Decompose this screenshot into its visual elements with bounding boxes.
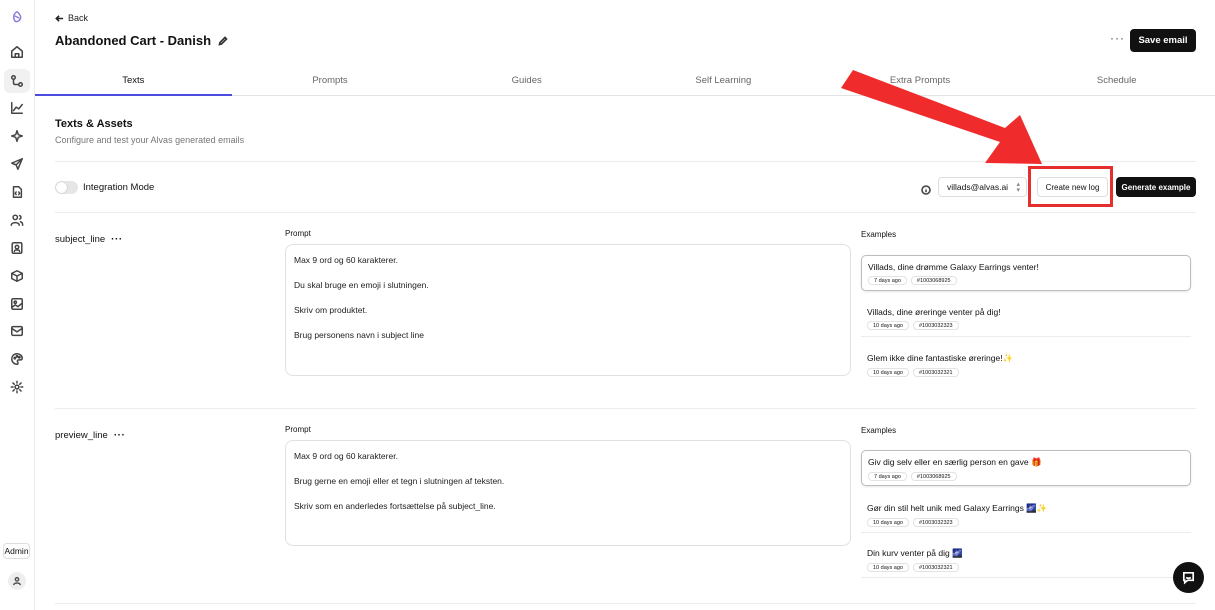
prompt-textarea[interactable]: Max 9 ord og 60 karakterer. Du skal brug…: [285, 244, 851, 376]
example-id-badge: #1003068925: [910, 472, 957, 481]
prompt-line: Brug personens navn i subject line: [294, 330, 424, 340]
field-name-preview-line: preview_line ···: [55, 430, 125, 441]
example-age-badge: 10 days ago: [867, 368, 909, 377]
examples-label: Examples: [861, 230, 897, 239]
page-title-text: Abandoned Cart - Danish: [55, 33, 212, 48]
chat-support-button[interactable]: [1173, 562, 1204, 593]
prompt-line: Max 9 ord og 60 karakterer.: [294, 255, 398, 265]
example-age-badge: 10 days ago: [867, 518, 909, 527]
send-icon[interactable]: [9, 156, 25, 172]
integration-mode-label: Integration Mode: [83, 182, 155, 193]
users-icon[interactable]: [9, 212, 25, 228]
example-id-badge: #1003032321: [912, 563, 959, 572]
prompt-line: Skriv som en anderledes fortsættelse på …: [294, 501, 496, 511]
tab-prompts[interactable]: Prompts: [232, 66, 429, 95]
generate-example-button[interactable]: Generate example: [1116, 177, 1196, 197]
palette-icon[interactable]: [9, 351, 25, 367]
home-icon[interactable]: [9, 44, 25, 60]
image-icon[interactable]: [9, 296, 25, 312]
save-email-button[interactable]: Save email: [1130, 29, 1196, 52]
divider: [55, 408, 1196, 409]
back-link[interactable]: Back: [55, 13, 88, 23]
example-item[interactable]: Gør din stil helt unik med Galaxy Earrin…: [861, 497, 1191, 533]
chart-icon[interactable]: [9, 100, 25, 116]
example-age-badge: 7 days ago: [868, 276, 907, 285]
field-options-button[interactable]: ···: [114, 430, 126, 441]
user-avatar[interactable]: [8, 572, 26, 590]
example-id-badge: #1003032321: [912, 368, 959, 377]
example-age-badge: 10 days ago: [867, 321, 909, 330]
prompt-line: Du skal bruge en emoji i slutningen.: [294, 280, 429, 290]
section-title: Texts & Assets: [55, 118, 133, 130]
example-text: Gør din stil helt unik med Galaxy Earrin…: [867, 503, 1048, 513]
field-name-label: preview_line: [55, 430, 108, 441]
field-name-subject-line: subject_line ···: [55, 234, 123, 245]
more-options-button[interactable]: ···: [1110, 31, 1125, 45]
admin-badge[interactable]: Admin: [3, 543, 30, 559]
example-id-badge: #1003032323: [912, 518, 959, 527]
tab-self-learning[interactable]: Self Learning: [625, 66, 822, 95]
mail-icon[interactable]: [9, 323, 25, 339]
email-select[interactable]: villads@alvas.ai ▴ ▾: [938, 177, 1027, 197]
gear-icon[interactable]: [9, 379, 25, 395]
example-text: Glem ikke dine fantastiske øreringe!✨: [867, 353, 1014, 363]
field-options-button[interactable]: ···: [111, 234, 123, 245]
example-id-badge: #1003068925: [910, 276, 957, 285]
divider: [55, 212, 1196, 213]
tab-texts[interactable]: Texts: [35, 66, 232, 96]
section-subtitle: Configure and test your Alvas generated …: [55, 135, 245, 145]
example-age-badge: 7 days ago: [868, 472, 907, 481]
prompt-textarea[interactable]: Max 9 ord og 60 karakterer. Brug gerne e…: [285, 440, 851, 546]
example-text: Din kurv venter på dig 🌌: [867, 548, 963, 558]
contact-card-icon[interactable]: [9, 240, 25, 256]
field-name-label: subject_line: [55, 234, 106, 245]
tab-bar: Texts Prompts Guides Self Learning Extra…: [35, 66, 1215, 96]
code-doc-icon[interactable]: [9, 184, 25, 200]
example-text: Villads, dine drømme Galaxy Earrings ven…: [868, 262, 1039, 272]
annotation-highlight-box: [1028, 166, 1113, 207]
sparkle-icon[interactable]: [9, 128, 25, 144]
examples-label: Examples: [861, 426, 897, 435]
prompt-label: Prompt: [285, 425, 311, 434]
pencil-icon[interactable]: [218, 35, 228, 46]
example-item[interactable]: Din kurv venter på dig 🌌 10 days ago #10…: [861, 542, 1191, 578]
divider: [55, 603, 1196, 604]
example-text: Giv dig selv eller en særlig person en g…: [868, 457, 1042, 467]
page-title: Abandoned Cart - Danish: [55, 33, 228, 48]
prompt-label: Prompt: [285, 229, 311, 238]
tab-guides[interactable]: Guides: [428, 66, 625, 95]
flow-icon[interactable]: [9, 73, 25, 89]
example-id-badge: #1003032323: [912, 321, 959, 330]
example-item[interactable]: Glem ikke dine fantastiske øreringe!✨ 10…: [861, 347, 1191, 383]
prompt-line: Skriv om produktet.: [294, 305, 368, 315]
example-text: Villads, dine øreringe venter på dig!: [867, 307, 1001, 317]
example-age-badge: 10 days ago: [867, 563, 909, 572]
info-icon[interactable]: [921, 182, 931, 195]
example-item[interactable]: Giv dig selv eller en særlig person en g…: [861, 450, 1191, 486]
example-item[interactable]: Villads, dine øreringe venter på dig! 10…: [861, 301, 1191, 337]
chevron-updown-icon: ▴ ▾: [1016, 181, 1020, 194]
example-item[interactable]: Villads, dine drømme Galaxy Earrings ven…: [861, 255, 1191, 291]
back-label: Back: [68, 13, 89, 23]
email-select-value: villads@alvas.ai: [947, 182, 1009, 192]
sidebar: Admin: [0, 0, 35, 610]
tab-schedule[interactable]: Schedule: [1018, 66, 1215, 95]
prompt-line: Brug gerne en emoji eller et tegn i slut…: [294, 476, 505, 486]
box-icon[interactable]: [9, 268, 25, 284]
tab-extra-prompts[interactable]: Extra Prompts: [822, 66, 1019, 95]
integration-mode-toggle[interactable]: [55, 181, 78, 194]
logo-icon[interactable]: [9, 9, 25, 25]
prompt-line: Max 9 ord og 60 karakterer.: [294, 451, 398, 461]
chat-icon: [1182, 571, 1195, 585]
arrow-left-icon: [55, 14, 64, 22]
divider: [55, 161, 1196, 162]
user-icon: [12, 576, 22, 586]
